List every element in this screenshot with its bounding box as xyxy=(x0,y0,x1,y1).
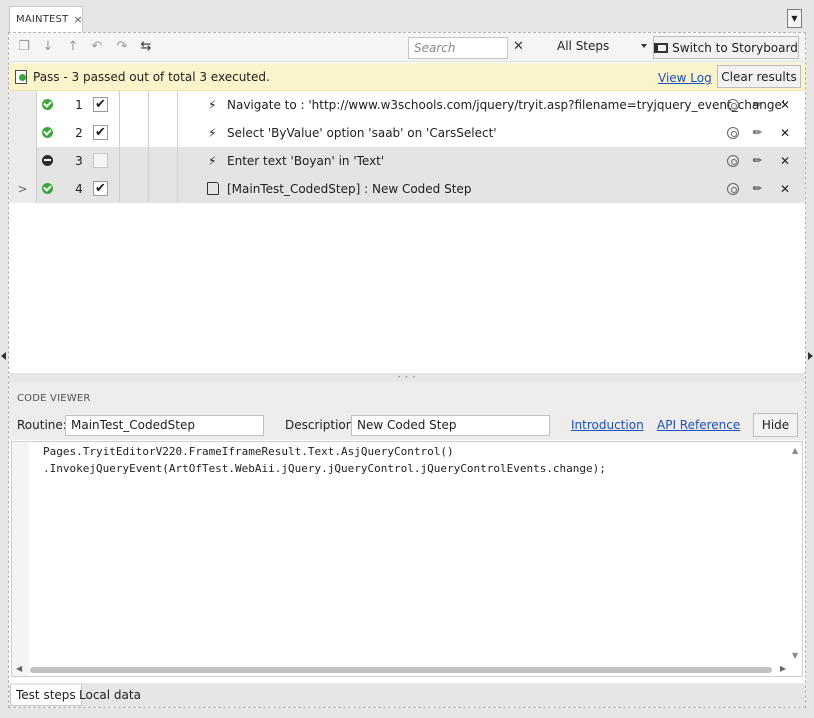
edit-pencil-icon[interactable]: ✎ xyxy=(750,181,766,197)
steps-filter-select[interactable]: All Steps xyxy=(557,39,647,53)
chevron-down-icon xyxy=(641,44,647,48)
scrollbar-thumb[interactable] xyxy=(30,667,772,673)
lightning-icon: ⚡ xyxy=(208,98,217,112)
step-enabled-checkbox[interactable] xyxy=(93,153,108,168)
delete-step-icon[interactable]: ✕ xyxy=(780,154,790,168)
step-number: 2 xyxy=(75,126,83,140)
code-viewer-title: CODE VIEWER xyxy=(9,382,805,412)
test-editor-panel: ❐ ↓ ↑ ↶ ↷ ⇆ Search ✕ All Steps Switch to… xyxy=(8,32,806,708)
execution-status-bar: Pass - 3 passed out of total 3 executed.… xyxy=(9,63,805,91)
step-enabled-checkbox[interactable]: ✔ xyxy=(93,125,108,140)
step-number: 3 xyxy=(75,154,83,168)
hide-button[interactable]: Hide xyxy=(753,413,798,437)
step-description: Select 'ByValue' option 'saab' on 'CarsS… xyxy=(227,126,497,140)
collapse-right-icon[interactable] xyxy=(808,352,813,360)
description-label: Description: xyxy=(285,418,358,432)
collapse-left-icon[interactable] xyxy=(1,352,6,360)
api-reference-link[interactable]: API Reference xyxy=(657,418,740,432)
edit-pencil-icon[interactable]: ✎ xyxy=(750,125,766,141)
code-editor[interactable]: Pages.TryitEditorV220.FrameIframeResult.… xyxy=(11,441,803,677)
code-viewer-fields: Routine: MainTest_CodedStep Description:… xyxy=(9,412,805,440)
copy-steps-icon[interactable]: ❐ xyxy=(16,39,32,55)
step-description: [MainTest_CodedStep] : New Coded Step xyxy=(227,182,472,196)
row-expander[interactable] xyxy=(9,91,37,119)
code-text[interactable]: Pages.TryitEditorV220.FrameIframeResult.… xyxy=(43,443,606,477)
test-result-icon xyxy=(15,70,27,84)
test-steps-grid: 1 ✔ ⚡ Navigate to : 'http://www.w3school… xyxy=(9,91,805,203)
coded-step-icon xyxy=(207,182,219,195)
toolbar: ❐ ↓ ↑ ↶ ↷ ⇆ Search ✕ All Steps Switch to… xyxy=(9,33,805,62)
scroll-up-icon[interactable]: ▲ xyxy=(792,446,798,455)
status-message: Pass - 3 passed out of total 3 executed. xyxy=(33,70,270,84)
tab-local-data[interactable]: Local data xyxy=(74,685,146,706)
tab-maintest[interactable]: MAINTEST × xyxy=(9,6,83,32)
delete-step-icon[interactable]: ✕ xyxy=(780,98,790,112)
table-row[interactable]: 1 ✔ ⚡ Navigate to : 'http://www.w3school… xyxy=(9,91,805,119)
move-up-icon[interactable]: ↑ xyxy=(65,39,81,55)
view-log-link[interactable]: View Log xyxy=(658,71,712,85)
undo-icon[interactable]: ↶ xyxy=(89,39,105,55)
not-run-icon xyxy=(42,155,53,166)
routine-field[interactable]: MainTest_CodedStep xyxy=(65,415,264,436)
passed-icon xyxy=(42,127,53,138)
lightning-icon: ⚡ xyxy=(208,154,217,168)
step-description: Navigate to : 'http://www.w3schools.com/… xyxy=(227,98,786,112)
run-to-here-icon[interactable] xyxy=(727,127,739,139)
window-menu-dropdown-button[interactable]: ▼ xyxy=(787,9,802,28)
lightning-icon: ⚡ xyxy=(208,126,217,140)
tab-test-steps[interactable]: Test steps xyxy=(10,685,82,706)
row-expander-chevron[interactable]: > xyxy=(9,175,37,203)
storyboard-icon xyxy=(654,42,669,53)
step-enabled-checkbox[interactable]: ✔ xyxy=(93,97,108,112)
search-input[interactable]: Search xyxy=(408,37,508,59)
horizontal-scrollbar[interactable]: ◀ ▶ xyxy=(12,664,790,676)
redo-icon[interactable]: ↷ xyxy=(114,39,130,55)
editor-gutter xyxy=(12,442,29,676)
document-tab-strip: MAINTEST × ▼ xyxy=(0,0,814,32)
steps-filter-value: All Steps xyxy=(557,39,610,53)
table-row[interactable]: 3 ⚡ Enter text 'Boyan' in 'Text' ✎ ✕ xyxy=(9,147,805,175)
routine-label: Routine: xyxy=(17,418,67,432)
passed-icon xyxy=(42,183,53,194)
delete-step-icon[interactable]: ✕ xyxy=(780,182,790,196)
run-to-here-icon[interactable] xyxy=(727,183,739,195)
scroll-down-icon[interactable]: ▼ xyxy=(792,651,798,660)
move-down-icon[interactable]: ↓ xyxy=(40,39,56,55)
panel-splitter[interactable]: • • • xyxy=(9,373,805,382)
passed-icon xyxy=(42,99,53,110)
code-line: Pages.TryitEditorV220.FrameIframeResult.… xyxy=(43,445,454,458)
bottom-tab-strip: Test steps Local data xyxy=(9,683,805,707)
close-tab-icon[interactable]: × xyxy=(73,13,82,26)
table-row[interactable]: > 4 ✔ [MainTest_CodedStep] : New Coded S… xyxy=(9,175,805,203)
description-field[interactable]: New Coded Step xyxy=(351,415,550,436)
vertical-scrollbar[interactable]: ▲ ▼ xyxy=(789,442,802,664)
tab-label: MAINTEST xyxy=(16,14,69,25)
storyboard-label: Switch to Storyboard xyxy=(672,40,798,55)
scroll-left-icon[interactable]: ◀ xyxy=(16,664,22,673)
switch-to-storyboard-button[interactable]: Switch to Storyboard xyxy=(653,36,799,59)
row-expander[interactable] xyxy=(9,147,37,175)
step-description: Enter text 'Boyan' in 'Text' xyxy=(227,154,385,168)
edit-pencil-icon[interactable]: ✎ xyxy=(750,153,766,169)
indent-steps-icon[interactable]: ⇆ xyxy=(138,39,154,55)
scroll-right-icon[interactable]: ▶ xyxy=(780,664,786,673)
step-number: 1 xyxy=(75,98,83,112)
introduction-link[interactable]: Introduction xyxy=(571,418,644,432)
clear-search-icon[interactable]: ✕ xyxy=(513,39,524,54)
delete-step-icon[interactable]: ✕ xyxy=(780,126,790,140)
table-row[interactable]: 2 ✔ ⚡ Select 'ByValue' option 'saab' on … xyxy=(9,119,805,147)
run-to-here-icon[interactable] xyxy=(727,99,739,111)
step-enabled-checkbox[interactable]: ✔ xyxy=(93,181,108,196)
clear-results-button[interactable]: Clear results xyxy=(717,65,801,88)
code-line: .InvokejQueryEvent(ArtOfTest.WebAii.jQue… xyxy=(43,462,606,475)
row-expander[interactable] xyxy=(9,119,37,147)
step-number: 4 xyxy=(75,182,83,196)
run-to-here-icon[interactable] xyxy=(727,155,739,167)
